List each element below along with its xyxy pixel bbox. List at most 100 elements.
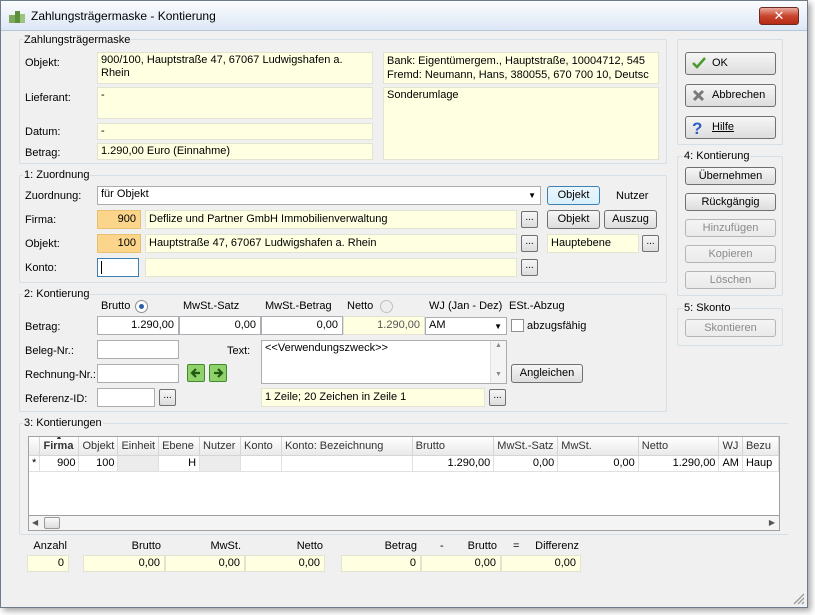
title-bar[interactable]: Zahlungsträgermaske - Kontierung ✕ <box>1 1 807 31</box>
firma-nr[interactable]: 900 <box>97 210 141 229</box>
cell-konto-bezeichnung[interactable] <box>281 455 413 472</box>
auszug-button[interactable]: Auszug <box>604 210 657 229</box>
col-mwst[interactable]: MwSt. <box>557 437 639 456</box>
mwst-sum-value: 0,00 <box>165 555 245 572</box>
text-browse-button[interactable]: ... <box>489 389 506 406</box>
firma-name: Deflize und Partner GmbH Immobilienverwa… <box>145 210 517 229</box>
brutto-input[interactable]: 1.290,00 <box>97 316 179 335</box>
zeilen-info: 1 Zeile; 20 Zeichen in Zeile 1 <box>261 388 485 407</box>
col-firma[interactable]: ▲ Firma <box>39 437 80 456</box>
netto-sum-label: Netto <box>296 540 323 552</box>
objekt-button[interactable]: Objekt <box>547 210 600 229</box>
col-brutto[interactable]: Brutto <box>412 437 495 456</box>
cell-netto[interactable]: 1.290,00 <box>638 455 720 472</box>
rueckgaengig-button[interactable]: Rückgängig <box>685 193 776 211</box>
kontierungen-title: 3: Kontierungen <box>23 417 103 429</box>
col-konto[interactable]: Konto <box>240 437 282 456</box>
brutto2-sum-value: 0,00 <box>421 555 501 572</box>
netto-radio[interactable] <box>380 300 393 313</box>
text-label: Text: <box>227 345 251 357</box>
brutto-sum-label: Brutto <box>131 540 161 552</box>
angleichen-button[interactable]: Angleichen <box>511 364 583 383</box>
referenz-input[interactable] <box>97 388 155 407</box>
dialog-window: Zahlungsträgermaske - Kontierung ✕ Zahlu… <box>0 0 808 608</box>
objekt-value: 900/100, Hauptstraße 47, 67067 Ludwigsha… <box>97 52 373 84</box>
hilfe-label: Hilfe <box>712 121 735 133</box>
hilfe-button[interactable]: ? Hilfe <box>685 116 776 139</box>
text-scrollbar[interactable]: ▲ ▼ <box>490 341 506 383</box>
datum-value: - <box>97 123 373 140</box>
col-wj[interactable]: WJ <box>718 437 743 456</box>
objekt-name: Hauptstraße 47, 67067 Ludwigshafen a. Rh… <box>145 234 517 253</box>
objekt-nr[interactable]: 100 <box>97 234 141 253</box>
cell-mwst-satz[interactable]: 0,00 <box>493 455 559 472</box>
cell-einheit[interactable] <box>117 455 160 472</box>
betrag-sum-value: 0 <box>341 555 421 572</box>
cell-brutto[interactable]: 1.290,00 <box>412 455 495 472</box>
wj-select[interactable]: AM ▼ <box>425 317 507 335</box>
tab-objekt[interactable]: Objekt <box>547 186 600 205</box>
rechnung-input[interactable] <box>97 364 179 383</box>
scroll-up-icon[interactable]: ▲ <box>495 342 502 349</box>
est-header: ESt.-Abzug <box>509 300 565 312</box>
table-row[interactable]: * 900 100 H 1.290,00 0,00 0,00 1.290,00 … <box>29 455 779 472</box>
ok-button[interactable]: OK <box>685 52 776 75</box>
col-nutzer[interactable]: Nutzer <box>199 437 242 456</box>
scroll-right-icon[interactable]: ▶ <box>769 518 775 527</box>
arrow-right-button[interactable] <box>209 364 227 382</box>
cell-mwst[interactable]: 0,00 <box>557 455 639 472</box>
brutto-radio[interactable] <box>135 300 148 313</box>
ok-label: OK <box>712 57 728 69</box>
referenz-browse-button[interactable]: ... <box>159 389 176 406</box>
arrow-right-icon <box>214 368 224 378</box>
skontieren-button[interactable]: Skontieren <box>685 319 776 337</box>
konto-browse-button[interactable]: ... <box>521 259 538 276</box>
scroll-thumb[interactable] <box>44 517 60 529</box>
netto-header: Netto <box>347 300 374 312</box>
hinzufuegen-button[interactable]: Hinzufügen <box>685 219 776 237</box>
cell-nutzer[interactable] <box>199 455 242 472</box>
cell-firma[interactable]: 900 <box>39 455 80 472</box>
firma-browse-button[interactable]: ... <box>521 211 538 228</box>
arrow-left-button[interactable] <box>187 364 205 382</box>
col-mwst-satz[interactable]: MwSt.-Satz <box>493 437 559 456</box>
rechnung-label: Rechnung-Nr.: <box>25 369 96 381</box>
close-button[interactable]: ✕ <box>759 7 799 25</box>
cell-ebene[interactable]: H <box>158 455 201 472</box>
scroll-left-icon[interactable]: ◀ <box>32 518 38 527</box>
netto-value: 1.290,00 <box>343 316 425 335</box>
uebernehmen-button[interactable]: Übernehmen <box>685 167 776 185</box>
lieferant-label: Lieferant: <box>25 92 71 104</box>
abbrechen-button[interactable]: Abbrechen <box>685 84 776 107</box>
mwst-betrag-input[interactable]: 0,00 <box>261 316 343 335</box>
konto-input[interactable] <box>97 258 139 277</box>
col-netto[interactable]: Netto <box>638 437 720 456</box>
grid-horizontal-scrollbar[interactable]: ◀ ▶ <box>28 515 780 531</box>
beleg-input[interactable] <box>97 340 179 359</box>
arrow-left-icon <box>190 368 200 378</box>
resize-grip-icon[interactable] <box>791 591 805 605</box>
tab-nutzer[interactable]: Nutzer <box>616 190 648 202</box>
col-einheit[interactable]: Einheit <box>117 437 160 456</box>
mwst-satz-input[interactable]: 0,00 <box>179 316 261 335</box>
cell-wj[interactable]: AM <box>718 455 743 472</box>
cell-bezug[interactable]: Haup <box>742 455 779 472</box>
abzugsfaehig-checkbox[interactable] <box>511 319 524 332</box>
col-ebene[interactable]: Ebene <box>158 437 201 456</box>
ebene-browse-button[interactable]: ... <box>642 235 659 252</box>
kopieren-button[interactable]: Kopieren <box>685 245 776 263</box>
col-konto-bezeichnung[interactable]: Konto: Bezeichnung <box>281 437 413 456</box>
scroll-down-icon[interactable]: ▼ <box>495 371 502 378</box>
datum-label: Datum: <box>25 126 61 138</box>
col-objekt[interactable]: Objekt <box>78 437 119 456</box>
lieferant-value: - <box>97 87 373 119</box>
col-bezug[interactable]: Bezu <box>742 437 779 456</box>
note-value: Sonderumlage <box>383 87 659 160</box>
loeschen-button[interactable]: Löschen <box>685 271 776 289</box>
cell-konto[interactable] <box>240 455 282 472</box>
zuordnung-select[interactable]: für Objekt ▼ <box>97 186 541 205</box>
kontierungen-table: ▲ Firma Objekt Einheit Ebene Nutzer Kont… <box>29 437 779 472</box>
text-input[interactable]: <<Verwendungszweck>> ▲ ▼ <box>261 340 507 384</box>
cell-objekt[interactable]: 100 <box>78 455 119 472</box>
objekt-browse-button[interactable]: ... <box>521 235 538 252</box>
